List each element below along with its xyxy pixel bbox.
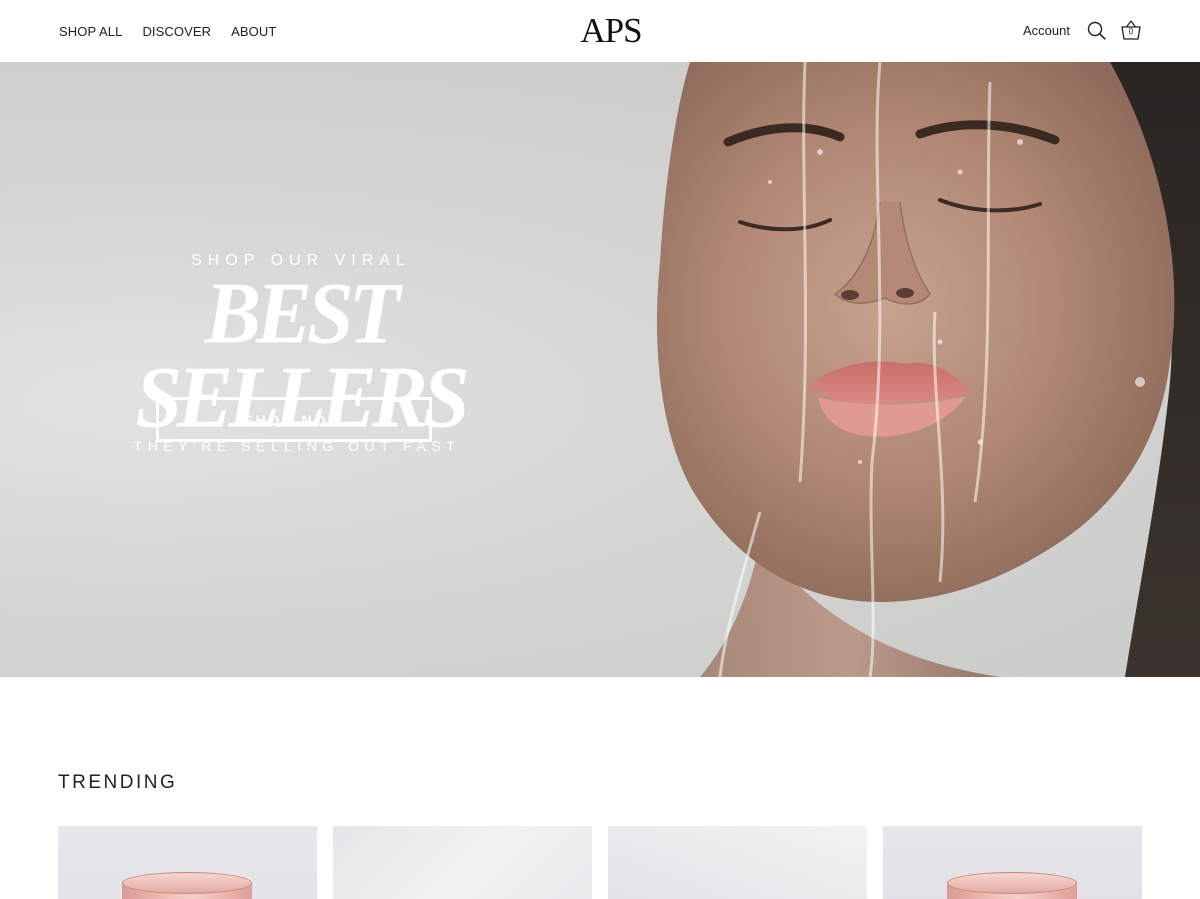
nav-about[interactable]: ABOUT: [231, 24, 276, 39]
product-card-4[interactable]: [883, 826, 1142, 899]
search-button[interactable]: [1085, 18, 1107, 42]
cart-button[interactable]: 0: [1120, 18, 1142, 42]
product-image-jar: [947, 872, 1077, 899]
nav-shop-all[interactable]: SHOP ALL: [59, 24, 122, 39]
header-tools: Account 0: [1023, 18, 1142, 42]
product-card-1[interactable]: [58, 826, 317, 899]
jar-lid: [947, 872, 1077, 894]
site-header: SHOP ALL DISCOVER ABOUT APS Account 0: [0, 0, 1200, 62]
product-card-2[interactable]: [333, 826, 592, 899]
cart-count: 0: [1128, 27, 1134, 36]
section-title-trending: TRENDING: [58, 772, 178, 793]
shop-now-button[interactable]: SHOP NOW: [156, 397, 432, 442]
jar-lid: [122, 872, 252, 894]
nav-discover[interactable]: DISCOVER: [142, 24, 211, 39]
hero-banner[interactable]: SHOP OUR VIRAL BEST SELLERS THEY'RE SELL…: [0, 62, 1200, 677]
brand-logo[interactable]: APS: [580, 10, 642, 52]
product-card-3[interactable]: [608, 826, 867, 899]
account-link[interactable]: Account: [1023, 23, 1070, 38]
product-grid: [58, 826, 1142, 899]
product-image-jar: [122, 872, 252, 899]
main-nav: SHOP ALL DISCOVER ABOUT: [59, 24, 276, 39]
search-icon: [1087, 21, 1106, 40]
